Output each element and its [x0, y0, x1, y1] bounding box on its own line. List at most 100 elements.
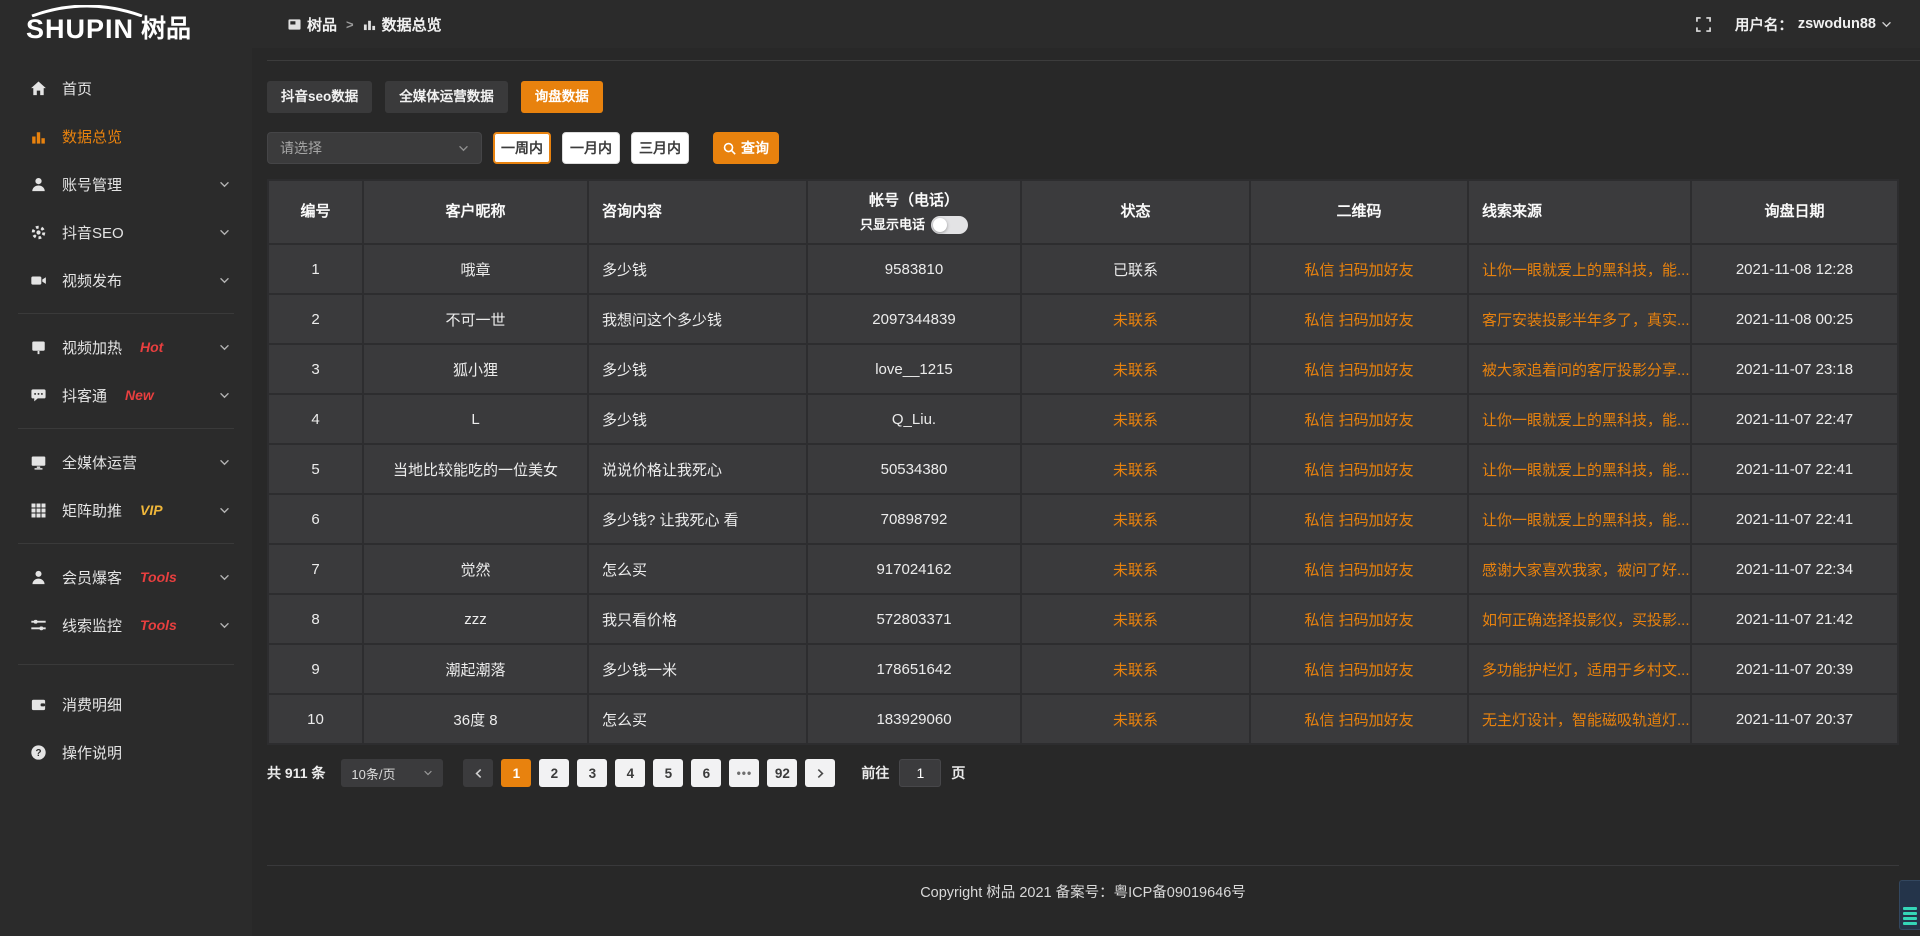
search-button[interactable]: 查询	[713, 132, 779, 164]
logo-arc-decoration	[26, 5, 148, 17]
status-badge: 未联系	[1021, 594, 1250, 644]
range-week-button[interactable]: 一周内	[493, 132, 551, 164]
cell-account: 178651642	[807, 644, 1021, 694]
sidebar-item-matrix-boost[interactable]: 矩阵助推 VIP	[0, 486, 252, 534]
sidebar-item-member-burst[interactable]: 会员爆客 Tools	[0, 553, 252, 601]
page-size-select[interactable]: 10条/页	[341, 759, 443, 787]
sidebar-item-video-publish[interactable]: 视频发布	[0, 256, 252, 304]
account-select[interactable]: 请选择	[267, 132, 482, 164]
source-link[interactable]: 让你一眼就爱上的黑科技，能...	[1468, 444, 1691, 494]
question-circle-icon: ?	[30, 744, 47, 761]
brand-logo[interactable]: SHUPIN 树品	[26, 6, 191, 43]
source-link[interactable]: 让你一眼就爱上的黑科技，能...	[1468, 494, 1691, 544]
qrcode-links[interactable]: 私信 扫码加好友	[1250, 294, 1468, 344]
cell-no: 2	[268, 294, 363, 344]
cell-account: 9583810	[807, 244, 1021, 294]
breadcrumb-current[interactable]: 数据总览	[363, 14, 442, 35]
cell-no: 5	[268, 444, 363, 494]
user-menu[interactable]: 用户名： zswodun88	[1735, 14, 1892, 35]
sidebar-item-label: 消费明细	[62, 694, 122, 715]
svg-text:?: ?	[35, 748, 41, 759]
sidebar-item-omnimedia[interactable]: 全媒体运营	[0, 438, 252, 486]
cell-account: 70898792	[807, 494, 1021, 544]
cell-date: 2021-11-07 22:41	[1691, 494, 1898, 544]
qrcode-links[interactable]: 私信 扫码加好友	[1250, 544, 1468, 594]
sidebar-item-douyin-seo[interactable]: 抖音SEO	[0, 208, 252, 256]
grid-icon	[30, 502, 47, 519]
qrcode-links[interactable]: 私信 扫码加好友	[1250, 444, 1468, 494]
more-pages-button[interactable]: •••	[729, 759, 759, 787]
fullscreen-icon[interactable]	[1696, 17, 1711, 32]
page-button-2[interactable]: 2	[539, 759, 569, 787]
cell-no: 1	[268, 244, 363, 294]
source-link[interactable]: 被大家追着问的客厅投影分享...	[1468, 344, 1691, 394]
phone-only-toggle[interactable]	[931, 216, 968, 234]
sidebar-item-label: 视频发布	[62, 270, 122, 291]
chevron-right-icon	[817, 768, 824, 779]
source-link[interactable]: 客厅安装投影半年多了，真实...	[1468, 294, 1691, 344]
goto-label: 前往	[861, 763, 889, 783]
cell-nickname: 狐小狸	[363, 344, 588, 394]
table-row: 5 当地比较能吃的一位美女 说说价格让我死心 50534380 未联系 私信 扫…	[268, 444, 1898, 494]
qrcode-links[interactable]: 私信 扫码加好友	[1250, 694, 1468, 744]
chevron-down-icon	[219, 181, 230, 188]
source-link[interactable]: 多功能护栏灯，适用于乡村文...	[1468, 644, 1691, 694]
sidebar-item-data-overview[interactable]: 数据总览	[0, 112, 252, 160]
breadcrumb: 树品 > 数据总览	[288, 14, 442, 35]
page-button-1[interactable]: 1	[501, 759, 531, 787]
floating-widget[interactable]	[1899, 880, 1920, 930]
select-placeholder: 请选择	[280, 138, 322, 158]
cell-content: 说说价格让我死心	[588, 444, 807, 494]
table-row: 7 觉然 怎么买 917024162 未联系 私信 扫码加好友 感谢大家喜欢我家…	[268, 544, 1898, 594]
sidebar-item-account-mgmt[interactable]: 账号管理	[0, 160, 252, 208]
tab-inquiry-data[interactable]: 询盘数据	[521, 81, 603, 113]
range-month-button[interactable]: 一月内	[562, 132, 620, 164]
goto-suffix: 页	[951, 763, 965, 783]
sidebar-item-douketong[interactable]: 抖客通 New	[0, 371, 252, 419]
tab-douyin-seo-data[interactable]: 抖音seo数据	[267, 81, 372, 113]
topbar: 树品 > 数据总览 用户名： zswodun88	[252, 0, 1920, 48]
breadcrumb-home[interactable]: 树品	[288, 14, 337, 35]
page-button-3[interactable]: 3	[577, 759, 607, 787]
logo-text-cn: 树品	[141, 16, 191, 42]
chevron-down-icon	[219, 344, 230, 351]
qrcode-links[interactable]: 私信 扫码加好友	[1250, 594, 1468, 644]
table-row: 3 狐小狸 多少钱 love__1215 未联系 私信 扫码加好友 被大家追着问…	[268, 344, 1898, 394]
sidebar-item-spend-details[interactable]: 消费明细	[0, 680, 252, 728]
new-badge: New	[125, 387, 154, 403]
source-link[interactable]: 感谢大家喜欢我家，被问了好...	[1468, 544, 1691, 594]
prev-page-button[interactable]	[463, 759, 493, 787]
source-link[interactable]: 让你一眼就爱上的黑科技，能...	[1468, 394, 1691, 444]
col-account: 帐号（电话） 只显示电话	[807, 180, 1021, 244]
source-link[interactable]: 无主灯设计，智能磁吸轨道灯...	[1468, 694, 1691, 744]
status-badge: 未联系	[1021, 344, 1250, 394]
tab-omnimedia-data[interactable]: 全媒体运营数据	[385, 81, 508, 113]
page-button-last[interactable]: 92	[767, 759, 797, 787]
source-link[interactable]: 让你一眼就爱上的黑科技，能...	[1468, 244, 1691, 294]
sidebar-divider	[18, 428, 234, 429]
page-button-5[interactable]: 5	[653, 759, 683, 787]
table-row: 10 36度 8 怎么买 183929060 未联系 私信 扫码加好友 无主灯设…	[268, 694, 1898, 744]
user-icon	[30, 176, 47, 193]
next-page-button[interactable]	[805, 759, 835, 787]
sliders-icon	[30, 617, 47, 634]
sidebar-item-label: 线索监控	[62, 615, 122, 636]
source-link[interactable]: 如何正确选择投影仪，买投影...	[1468, 594, 1691, 644]
sidebar-item-home[interactable]: 首页	[0, 64, 252, 112]
range-quarter-button[interactable]: 三月内	[631, 132, 689, 164]
sidebar-item-instructions[interactable]: ? 操作说明	[0, 728, 252, 776]
goto-page-input[interactable]	[899, 759, 941, 787]
breadcrumb-current-label: 数据总览	[382, 14, 442, 35]
qrcode-links[interactable]: 私信 扫码加好友	[1250, 394, 1468, 444]
chevron-down-icon	[219, 622, 230, 629]
sidebar-item-label: 数据总览	[62, 126, 122, 147]
page-button-6[interactable]: 6	[691, 759, 721, 787]
qrcode-links[interactable]: 私信 扫码加好友	[1250, 644, 1468, 694]
page-button-4[interactable]: 4	[615, 759, 645, 787]
cell-account: love__1215	[807, 344, 1021, 394]
sidebar-item-video-heat[interactable]: 视频加热 Hot	[0, 323, 252, 371]
qrcode-links[interactable]: 私信 扫码加好友	[1250, 494, 1468, 544]
qrcode-links[interactable]: 私信 扫码加好友	[1250, 344, 1468, 394]
qrcode-links[interactable]: 私信 扫码加好友	[1250, 244, 1468, 294]
sidebar-item-lead-monitor[interactable]: 线索监控 Tools	[0, 601, 252, 649]
